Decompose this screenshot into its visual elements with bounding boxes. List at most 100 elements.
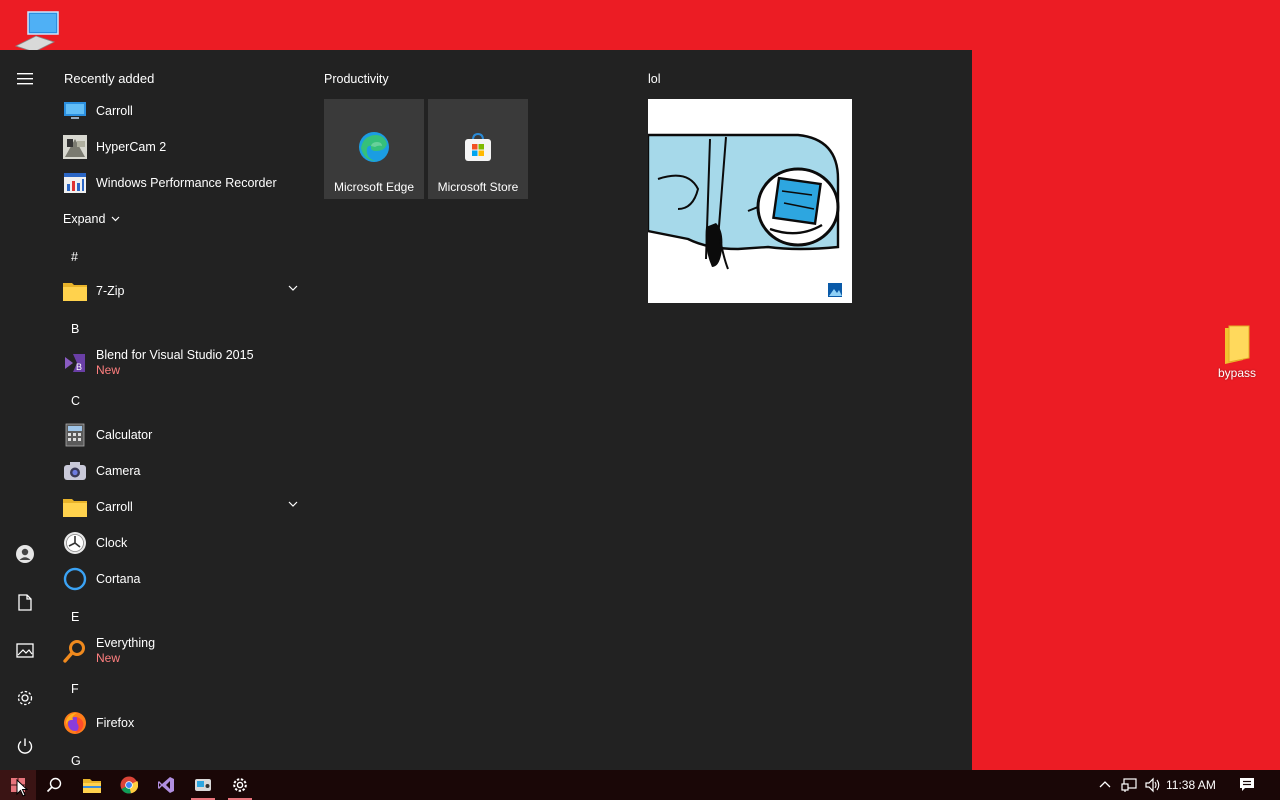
volume-icon[interactable]	[1145, 777, 1161, 793]
firefox-icon	[63, 711, 87, 735]
letter-header-e[interactable]: E	[71, 610, 79, 624]
folder-icon	[1206, 324, 1268, 364]
power-icon	[17, 738, 33, 754]
pictures-icon	[16, 642, 34, 658]
new-badge: New	[96, 363, 121, 377]
drawing-image	[648, 133, 842, 297]
recent-item-hypercam[interactable]: HyperCam 2	[60, 129, 310, 165]
tile-group-title-lol[interactable]: lol	[648, 72, 661, 86]
mouse-cursor-icon	[16, 779, 28, 797]
tile-microsoft-store[interactable]: Microsoft Store	[428, 99, 528, 199]
app-item-blend[interactable]: B Blend for Visual Studio 2015 New	[60, 344, 310, 382]
start-button[interactable]	[0, 770, 36, 800]
expand-recent-button[interactable]: Expand	[63, 212, 120, 226]
app-label: HyperCam 2	[96, 139, 167, 154]
letter-header-b[interactable]: B	[71, 322, 79, 336]
user-icon	[16, 545, 34, 563]
chevron-down-icon	[288, 285, 298, 291]
clock-text[interactable]: 11:38 AM	[1166, 778, 1216, 792]
hamburger-menu-button[interactable]	[10, 64, 40, 94]
monitor-icon	[63, 99, 87, 123]
search-icon	[46, 777, 62, 793]
visual-studio-button[interactable]	[148, 770, 184, 800]
desktop-icon-label: bypass	[1217, 366, 1257, 380]
this-pc-icon[interactable]	[14, 10, 62, 53]
file-explorer-button[interactable]	[74, 770, 110, 800]
app-label: Calculator	[96, 427, 153, 442]
svg-text:B: B	[76, 362, 82, 372]
folder-icon	[63, 279, 87, 303]
gear-icon	[233, 778, 247, 792]
new-badge: New	[96, 651, 121, 665]
expand-label: Expand	[63, 212, 106, 226]
start-menu: Recently added Carroll HyperCam 2 Window…	[0, 50, 972, 770]
app-label: Carroll	[96, 499, 133, 514]
tile-photos-drawing[interactable]	[648, 99, 852, 303]
chevron-up-icon[interactable]	[1099, 780, 1111, 788]
performance-recorder-icon	[63, 171, 87, 195]
blend-icon: B	[63, 351, 87, 375]
user-account-button[interactable]	[10, 539, 40, 569]
settings-button[interactable]	[10, 683, 40, 713]
letter-header-hash[interactable]: #	[71, 250, 78, 264]
gear-icon	[17, 690, 33, 706]
app-item-clock[interactable]: Clock	[60, 525, 310, 561]
store-icon	[465, 132, 491, 161]
action-center-icon[interactable]	[1239, 777, 1255, 793]
visual-studio-icon	[158, 777, 174, 793]
app-icon	[195, 779, 211, 791]
app-label: 7-Zip	[96, 283, 125, 298]
app-item-everything[interactable]: Everything New	[60, 632, 310, 670]
cortana-icon	[63, 567, 87, 591]
network-icon[interactable]	[1121, 777, 1137, 793]
folder-icon	[83, 778, 101, 793]
app-item-carroll-folder[interactable]: Carroll	[60, 489, 310, 525]
app-label: Cortana	[96, 571, 141, 586]
documents-button[interactable]	[10, 587, 40, 617]
app-label: Clock	[96, 535, 128, 550]
chevron-down-icon	[288, 501, 298, 507]
search-button[interactable]	[36, 770, 72, 800]
clock-icon	[63, 531, 87, 555]
app-label: Blend for Visual Studio 2015	[96, 348, 254, 362]
chrome-icon	[120, 776, 138, 794]
app-label: Camera	[96, 463, 141, 478]
taskbar-app-button[interactable]	[185, 770, 221, 800]
tile-microsoft-edge[interactable]: Microsoft Edge	[324, 99, 424, 199]
tile-group-title-productivity[interactable]: Productivity	[324, 72, 389, 86]
app-item-camera[interactable]: Camera	[60, 453, 310, 489]
chrome-button[interactable]	[111, 770, 147, 800]
photos-icon	[828, 283, 842, 297]
tile-label: Microsoft Edge	[333, 180, 415, 194]
app-label: Windows Performance Recorder	[96, 175, 277, 190]
edge-icon	[359, 132, 389, 162]
folder-icon	[63, 495, 87, 519]
camera-icon	[63, 459, 87, 483]
letter-header-f[interactable]: F	[71, 682, 79, 696]
tile-label: Microsoft Store	[437, 180, 519, 194]
app-item-cortana[interactable]: Cortana	[60, 561, 310, 597]
hypercam-icon	[63, 135, 87, 159]
letter-header-g[interactable]: G	[71, 754, 81, 768]
document-icon	[18, 593, 32, 611]
app-item-calculator[interactable]: Calculator	[60, 417, 310, 453]
start-rail	[0, 50, 50, 770]
hamburger-icon	[17, 73, 33, 85]
recently-added-title: Recently added	[64, 71, 155, 86]
app-list: Recently added Carroll HyperCam 2 Window…	[50, 50, 310, 770]
app-label: Everything	[96, 636, 156, 650]
calculator-icon	[63, 423, 87, 447]
app-item-7zip[interactable]: 7-Zip	[60, 273, 310, 309]
desktop-folder-bypass[interactable]: bypass	[1206, 324, 1268, 380]
letter-header-c[interactable]: C	[71, 394, 80, 408]
recent-item-windows-performance-recorder[interactable]: Windows Performance Recorder	[60, 165, 310, 201]
taskbar: 11:38 AM	[0, 770, 1280, 800]
pictures-button[interactable]	[10, 635, 40, 665]
recent-item-carroll[interactable]: Carroll	[60, 93, 310, 129]
settings-app-button[interactable]	[222, 770, 258, 800]
app-item-firefox[interactable]: Firefox	[60, 705, 310, 741]
power-button[interactable]	[10, 731, 40, 761]
chevron-down-icon	[111, 216, 120, 222]
search-icon	[63, 639, 87, 663]
app-label: Carroll	[96, 103, 133, 118]
